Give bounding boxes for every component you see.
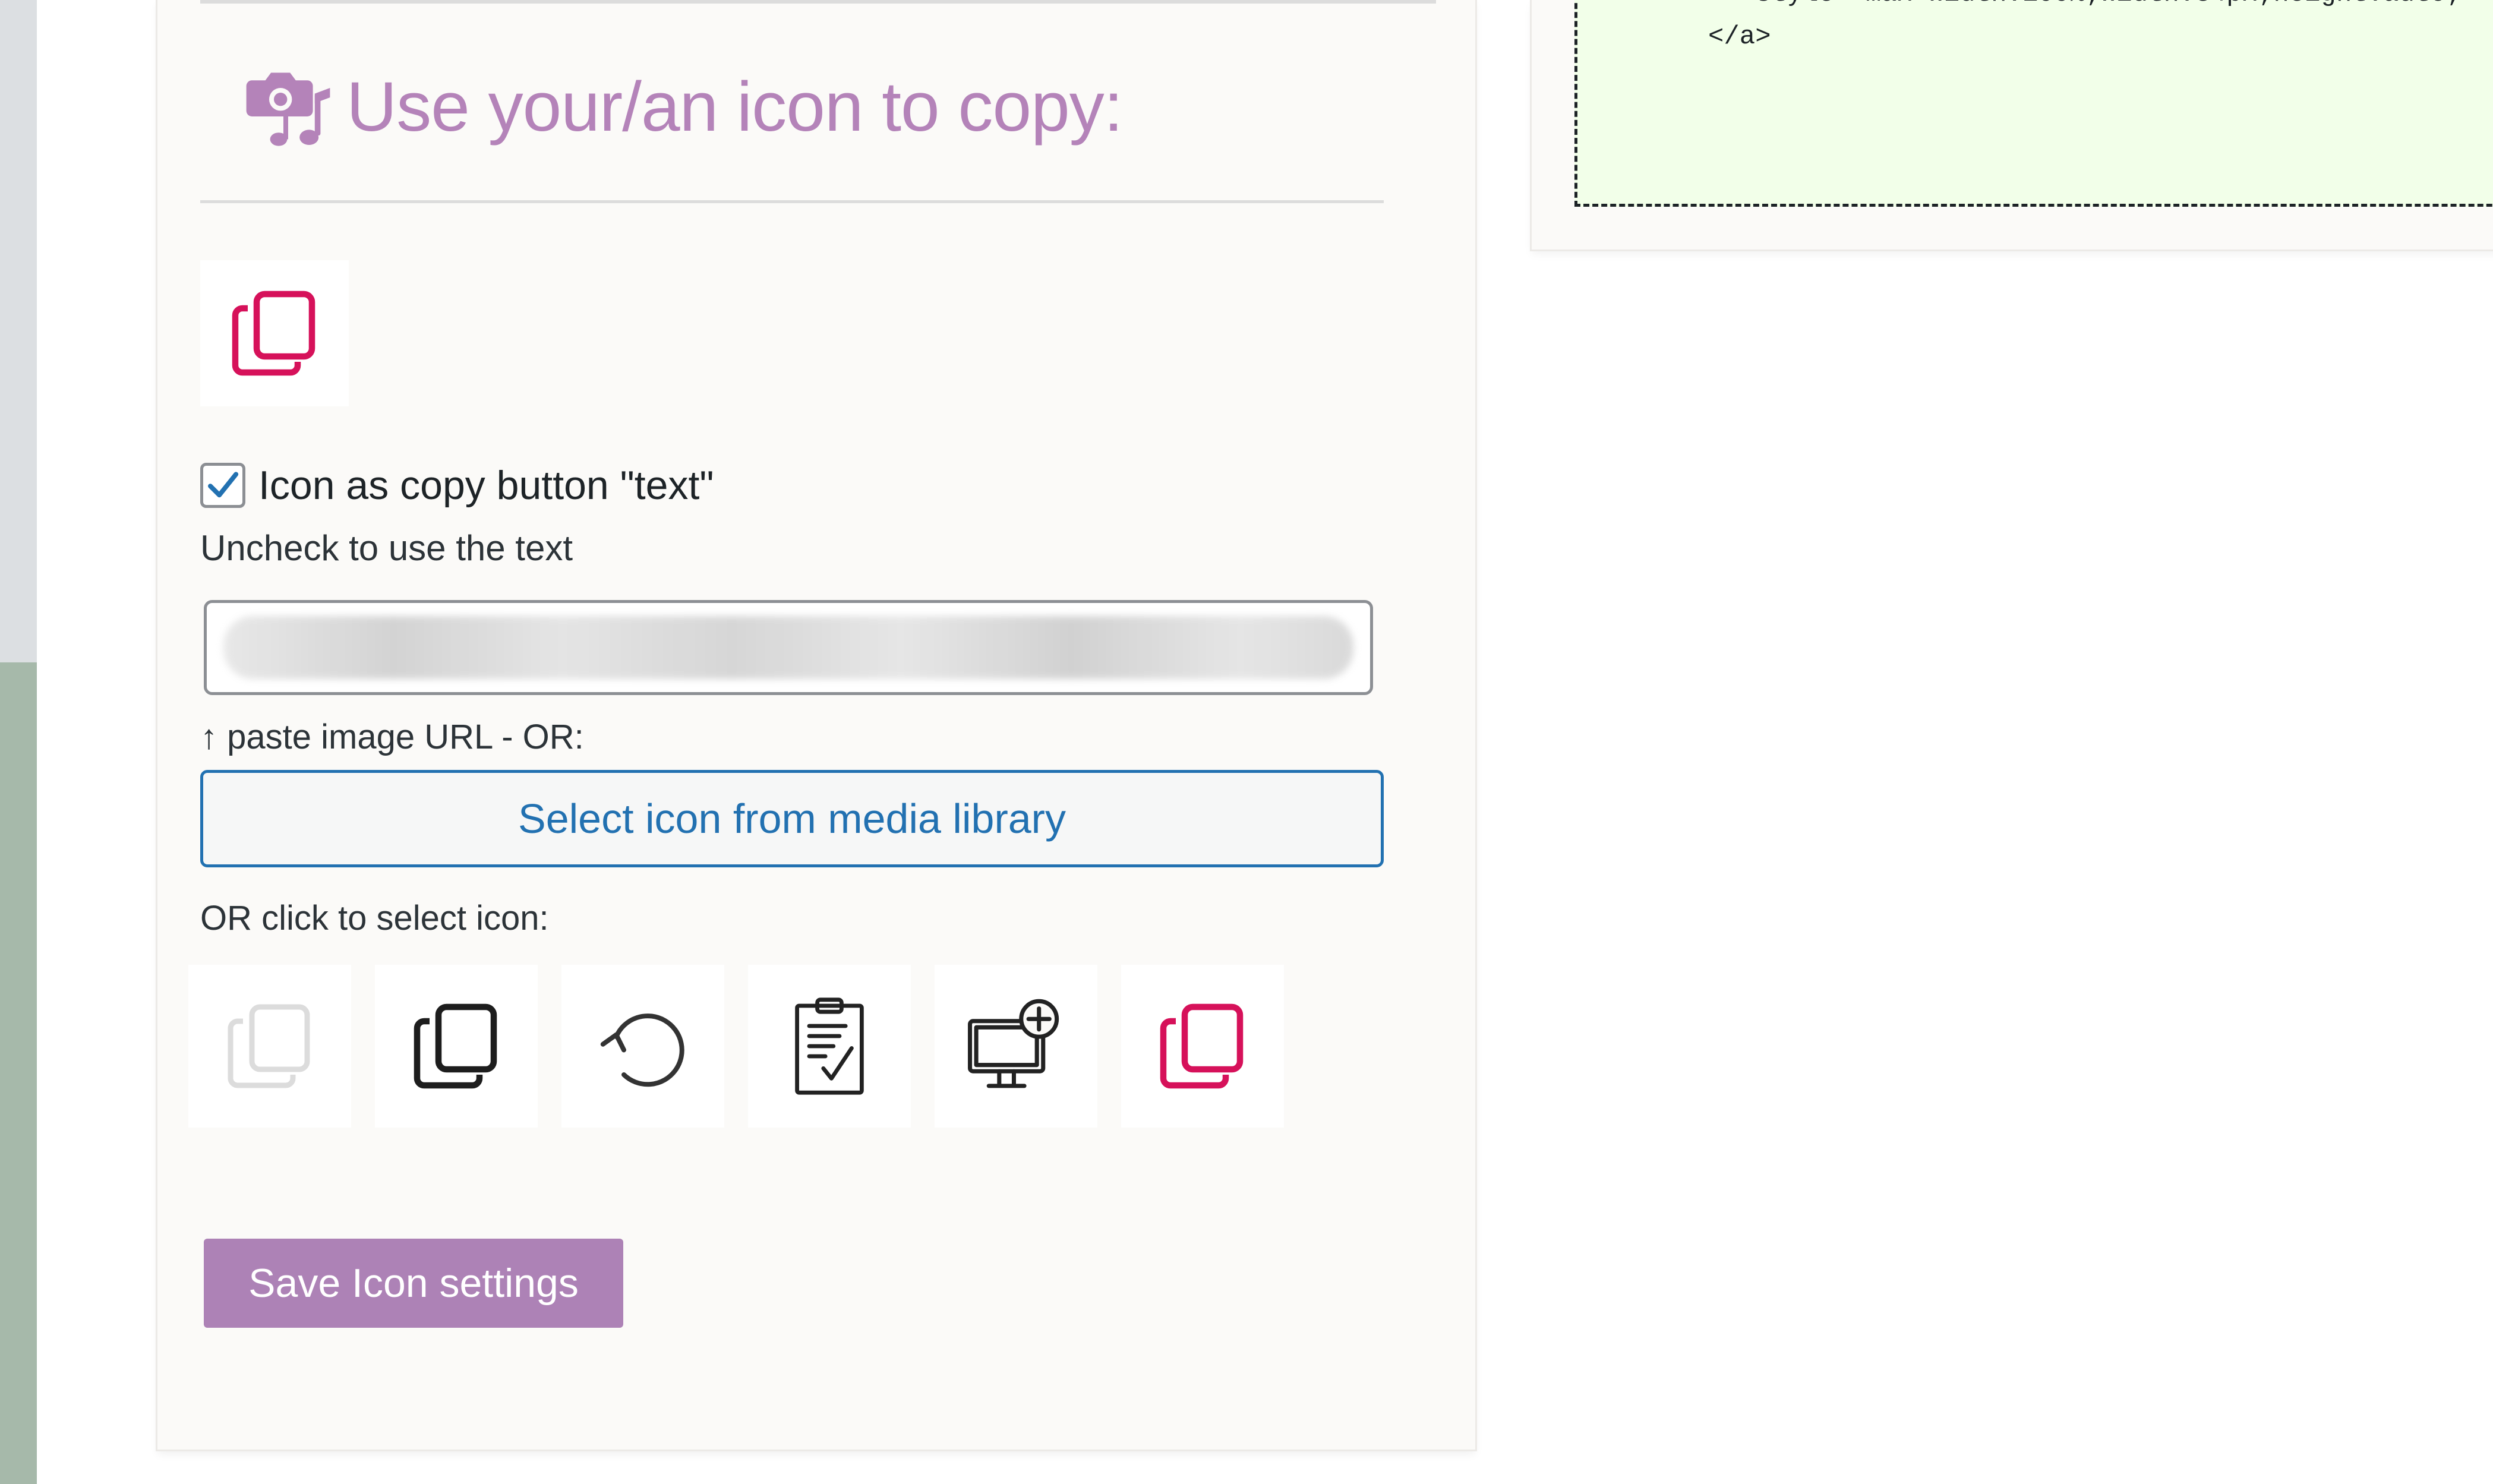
icon-option-copy-light[interactable] bbox=[188, 965, 351, 1128]
select-from-media-library-button[interactable]: Select icon from media library bbox=[200, 770, 1384, 867]
code-line: </a> bbox=[1708, 22, 1771, 52]
rotate-icon bbox=[600, 1013, 684, 1087]
icon-option-monitor-add[interactable] bbox=[935, 965, 1097, 1128]
icon-settings-panel: Use your/an icon to copy: Icon as copy b… bbox=[157, 0, 1475, 1450]
left-strip-bottom bbox=[0, 662, 37, 1484]
icon-option-rotate[interactable] bbox=[561, 965, 724, 1128]
redacted-url-value bbox=[223, 616, 1353, 679]
code-preview-box: style="max-width:100%;width:34px;height:… bbox=[1574, 0, 2493, 207]
monitor-add-icon bbox=[968, 999, 1059, 1088]
url-hint: ↑ paste image URL - OR: bbox=[200, 718, 584, 756]
image-url-input[interactable] bbox=[204, 600, 1373, 695]
checkbox-hint: Uncheck to use the text bbox=[200, 528, 573, 568]
clipboard-check-icon bbox=[795, 997, 864, 1095]
page-title: Use your/an icon to copy: bbox=[346, 68, 1123, 146]
copy-dark-icon bbox=[414, 1003, 497, 1089]
top-divider bbox=[200, 0, 1436, 4]
camera-music-icon bbox=[246, 72, 330, 146]
section-header: Use your/an icon to copy: bbox=[241, 53, 1123, 160]
icon-picker bbox=[188, 965, 1284, 1128]
copy-pink-icon bbox=[1160, 1003, 1244, 1089]
icon-as-text-checkbox[interactable] bbox=[200, 463, 245, 508]
icon-option-clipboard-check[interactable] bbox=[748, 965, 911, 1128]
icon-preview bbox=[200, 260, 349, 406]
left-strip-top bbox=[0, 0, 37, 662]
code-preview-panel: style="max-width:100%;width:34px;height:… bbox=[1532, 0, 2493, 250]
save-icon-settings-button[interactable]: Save Icon settings bbox=[204, 1239, 623, 1328]
icon-picker-label: OR click to select icon: bbox=[200, 899, 549, 937]
copy-icon bbox=[232, 291, 315, 376]
icon-option-copy-pink[interactable] bbox=[1121, 965, 1284, 1128]
checkbox-label[interactable]: Icon as copy button "text" bbox=[258, 462, 714, 509]
title-divider bbox=[200, 200, 1384, 203]
icon-as-text-row[interactable]: Icon as copy button "text" bbox=[200, 462, 714, 509]
icon-option-copy-dark[interactable] bbox=[375, 965, 538, 1128]
code-line: style="max-width:100%;width:34px;height:… bbox=[1756, 0, 2478, 9]
checkmark-icon bbox=[208, 472, 239, 498]
copy-light-icon bbox=[228, 1004, 310, 1088]
